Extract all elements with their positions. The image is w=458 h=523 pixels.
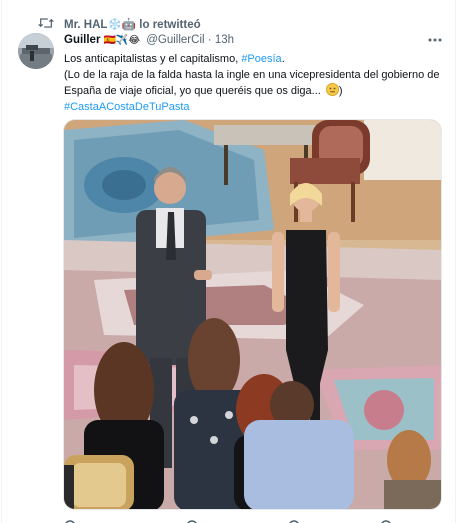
avatar-image (18, 33, 54, 69)
tweet-card[interactable]: Mr. HAL❄️🤖 lo retwitteó Guiller 🇪🇸✈️😂 @Gu… (1, 0, 456, 523)
tweet-photo[interactable] (63, 119, 442, 510)
tweet-time[interactable]: 13h (215, 34, 234, 46)
photo-image (64, 120, 441, 509)
author-emoji: 🇪🇸✈️😂 (103, 35, 141, 46)
tweet-body: Los anticapitalistas y el capitalismo, #… (64, 52, 444, 115)
avatar[interactable] (18, 33, 54, 69)
tweet-line-2: (Lo de la raja de la falda hasta la ingl… (64, 68, 440, 81)
face-emoji-icon (325, 83, 339, 96)
more-button[interactable] (426, 32, 444, 48)
tweet-line-3: España de viaje oficial, yo que queréis … (64, 83, 343, 97)
tweet-header: Guiller 🇪🇸✈️😂 @GuillerCil · 13h (64, 34, 234, 50)
tweet-actions-row (64, 514, 444, 523)
retweet-label[interactable]: Mr. HAL❄️🤖 lo retwitteó (64, 17, 201, 31)
author-name[interactable]: Guiller (64, 34, 100, 46)
retweet-icon (38, 18, 54, 28)
tweet-line-1: Los anticapitalistas y el capitalismo, #… (64, 53, 285, 65)
more-dots-icon (428, 38, 442, 42)
author-handle[interactable]: @GuillerCil (146, 34, 204, 46)
retweet-context: Mr. HAL❄️🤖 lo retwitteó (2, 14, 455, 32)
hashtag-casta[interactable]: #CastaACostaDeTuPasta (64, 100, 444, 116)
hashtag-poesia[interactable]: #Poesía (241, 53, 281, 65)
header-separator: · (207, 34, 212, 46)
